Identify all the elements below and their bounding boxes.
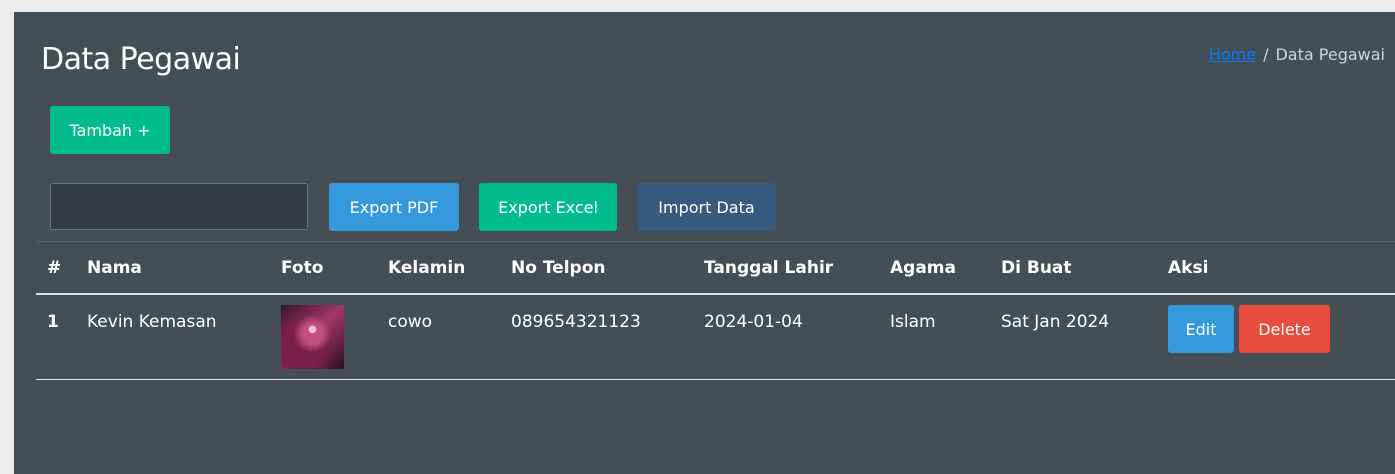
column-header-di-buat: Di Buat	[1001, 258, 1072, 278]
table-header-border	[36, 293, 1395, 295]
column-header-aksi: Aksi	[1168, 258, 1209, 278]
profile-photo	[281, 305, 344, 369]
export-excel-button[interactable]: Export Excel	[479, 183, 617, 231]
table-bottom-border	[36, 379, 1395, 380]
page-title: Data Pegawai	[41, 42, 241, 77]
table-top-border	[36, 241, 1395, 242]
column-header-kelamin: Kelamin	[388, 258, 466, 278]
row-number: 1	[47, 312, 59, 332]
column-header-agama: Agama	[890, 258, 956, 278]
row-tanggal-lahir: 2024-01-04	[704, 312, 803, 332]
breadcrumb: Home / Data Pegawai	[1209, 45, 1385, 64]
export-pdf-button[interactable]: Export PDF	[329, 183, 459, 231]
add-button[interactable]: Tambah +	[50, 106, 170, 154]
search-input[interactable]	[50, 183, 308, 230]
delete-button[interactable]: Delete	[1239, 305, 1330, 353]
column-header-nama: Nama	[87, 258, 142, 278]
row-di-buat: Sat Jan 2024	[1001, 312, 1110, 332]
column-header-tanggal-lahir: Tanggal Lahir	[704, 258, 834, 278]
row-agama: Islam	[890, 312, 936, 332]
content-panel: Data Pegawai Home / Data Pegawai Tambah + …	[14, 12, 1395, 474]
column-header-no-telpon: No Telpon	[511, 258, 606, 278]
row-nama: Kevin Kemasan	[87, 312, 217, 332]
breadcrumb-home-link[interactable]: Home	[1209, 45, 1256, 64]
edit-button[interactable]: Edit	[1168, 305, 1234, 353]
row-no-telpon: 089654321123	[511, 312, 641, 332]
breadcrumb-current: Data Pegawai	[1275, 45, 1385, 64]
row-kelamin: cowo	[388, 312, 433, 332]
breadcrumb-separator: /	[1263, 45, 1269, 64]
column-header-foto: Foto	[281, 258, 324, 278]
column-header-number: #	[47, 258, 62, 278]
import-data-button[interactable]: Import Data	[637, 183, 776, 231]
